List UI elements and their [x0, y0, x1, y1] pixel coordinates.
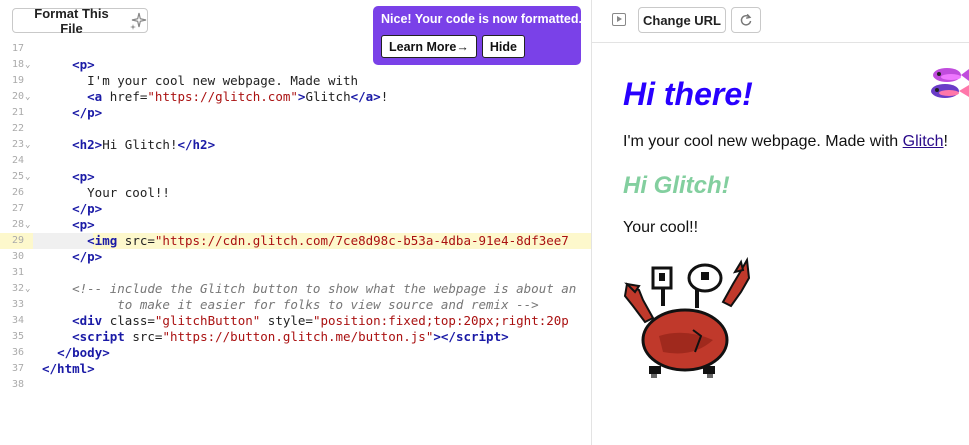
code-line[interactable]: 38 — [0, 377, 591, 393]
line-number: 20 — [11, 91, 24, 102]
line-number: 26 — [11, 187, 24, 198]
fold-chevron-icon[interactable]: ⌄ — [25, 137, 30, 153]
code-text: </html> — [42, 361, 95, 376]
code-text: to make it easier for folks to view sour… — [42, 297, 539, 312]
line-number: 37 — [11, 363, 24, 374]
crab-image — [623, 256, 751, 378]
code-line[interactable]: 24 — [0, 153, 591, 169]
line-number: 18 — [11, 59, 24, 70]
intro-paragraph: I'm your cool new webpage. Made with Gli… — [623, 133, 948, 151]
code-line[interactable]: 34 <div class="glitchButton" style="posi… — [0, 313, 591, 329]
code-editor-pane: Format This File 17 18 ⌄ <p> 19 I'm your co… — [0, 0, 591, 445]
line-number: 35 — [11, 331, 24, 342]
intro-text: I'm your cool new webpage. Made with — [623, 133, 903, 150]
code-area[interactable]: 17 18 ⌄ <p> 19 I'm your cool new webpage. M… — [0, 41, 591, 393]
format-toast: Nice! Your code is now formatted. Learn … — [373, 6, 582, 65]
glitch-button-icon[interactable] — [929, 65, 969, 105]
code-text: <!-- include the Glitch button to show w… — [72, 281, 577, 296]
code-line[interactable]: 21 </p> — [0, 105, 591, 121]
line-number: 24 — [11, 155, 24, 166]
code-text: <p> — [72, 217, 95, 232]
code-text: </p> — [72, 201, 103, 216]
code-text: </p> — [72, 105, 103, 120]
code-line[interactable]: 26 Your cool!! — [0, 185, 591, 201]
line-number: 31 — [11, 267, 24, 278]
code-text: <h2>Hi Glitch!</h2> — [72, 137, 216, 152]
line-number: 21 — [11, 107, 24, 118]
line-number: 33 — [11, 299, 24, 310]
page-subheading: Hi Glitch! — [623, 172, 730, 199]
line-number: 19 — [11, 75, 24, 86]
code-line[interactable]: 20 ⌄ <a href="https://glitch.com">Glitch<… — [0, 89, 591, 105]
code-text: Your cool!! — [87, 185, 170, 200]
code-text: <div class="glitchButton" style="positio… — [72, 313, 569, 328]
change-url-button[interactable]: Change URL — [638, 7, 726, 33]
fold-chevron-icon[interactable]: ⌄ — [25, 89, 30, 105]
hide-button[interactable]: Hide — [481, 35, 525, 58]
code-text: <a href="https://glitch.com">Glitch</a>! — [87, 89, 389, 104]
fold-chevron-icon[interactable]: ⌄ — [25, 217, 30, 233]
refresh-button[interactable] — [731, 7, 761, 33]
preview-pane: Change URL Hi there! I'm your cool new w… — [592, 0, 969, 445]
code-text: <script src="https://button.glitch.me/bu… — [72, 329, 509, 344]
code-line[interactable]: 29 <img src="https://cdn.glitch.com/7ce8… — [0, 233, 591, 249]
refresh-icon — [740, 13, 752, 26]
code-text: <p> — [72, 169, 95, 184]
code-line[interactable]: 27 </p> — [0, 201, 591, 217]
code-line[interactable]: 19 I'm your cool new webpage. Made with — [0, 73, 591, 89]
toast-message: Nice! Your code is now formatted. — [381, 12, 582, 26]
fold-chevron-icon[interactable]: ⌄ — [25, 281, 30, 297]
preview-toolbar: Change URL — [592, 0, 969, 43]
code-line[interactable]: 36 </body> — [0, 345, 591, 361]
format-file-button[interactable]: Format This File — [12, 5, 148, 36]
code-line[interactable]: 22 — [0, 121, 591, 137]
glitch-link[interactable]: Glitch — [903, 133, 944, 150]
code-text: I'm your cool new webpage. Made with — [87, 73, 359, 88]
line-number: 22 — [11, 123, 24, 134]
page-heading: Hi there! — [623, 76, 753, 112]
code-text: </p> — [72, 249, 103, 264]
code-line[interactable]: 28 ⌄ <p> — [0, 217, 591, 233]
line-number: 28 — [11, 219, 24, 230]
format-button-label: Format This File — [34, 5, 109, 36]
second-paragraph: Your cool!! — [623, 219, 699, 236]
sparkle-icon — [129, 12, 147, 30]
line-number: 23 — [11, 139, 24, 150]
fold-chevron-icon[interactable]: ⌄ — [25, 57, 30, 73]
line-number: 27 — [11, 203, 24, 214]
code-line[interactable]: 37 </html> — [0, 361, 591, 377]
code-text: <img src="https://cdn.glitch.com/7ce8d98… — [87, 233, 569, 248]
code-line[interactable]: 31 — [0, 265, 591, 281]
code-text: <p> — [72, 57, 95, 72]
line-number: 25 — [11, 171, 24, 182]
learn-more-button[interactable]: Learn More→ — [381, 35, 477, 58]
line-number: 30 — [11, 251, 24, 262]
code-line[interactable]: 32 ⌄ <!-- include the Glitch button to sh… — [0, 281, 591, 297]
line-number: 32 — [11, 283, 24, 294]
intro-suffix: ! — [943, 133, 948, 150]
code-line[interactable]: 23 ⌄ <h2>Hi Glitch!</h2> — [0, 137, 591, 153]
line-number: 29 — [11, 235, 24, 246]
code-text: </body> — [57, 345, 110, 360]
code-line[interactable]: 30 </p> — [0, 249, 591, 265]
code-line[interactable]: 35 <script src="https://button.glitch.me… — [0, 329, 591, 345]
fold-chevron-icon[interactable]: ⌄ — [25, 169, 30, 185]
play-icon[interactable] — [612, 13, 626, 26]
line-number: 34 — [11, 315, 24, 326]
line-number: 17 — [11, 43, 24, 54]
code-line[interactable]: 33 to make it easier for folks to view s… — [0, 297, 591, 313]
line-number: 38 — [11, 379, 24, 390]
code-line[interactable]: 25 ⌄ <p> — [0, 169, 591, 185]
line-number: 36 — [11, 347, 24, 358]
